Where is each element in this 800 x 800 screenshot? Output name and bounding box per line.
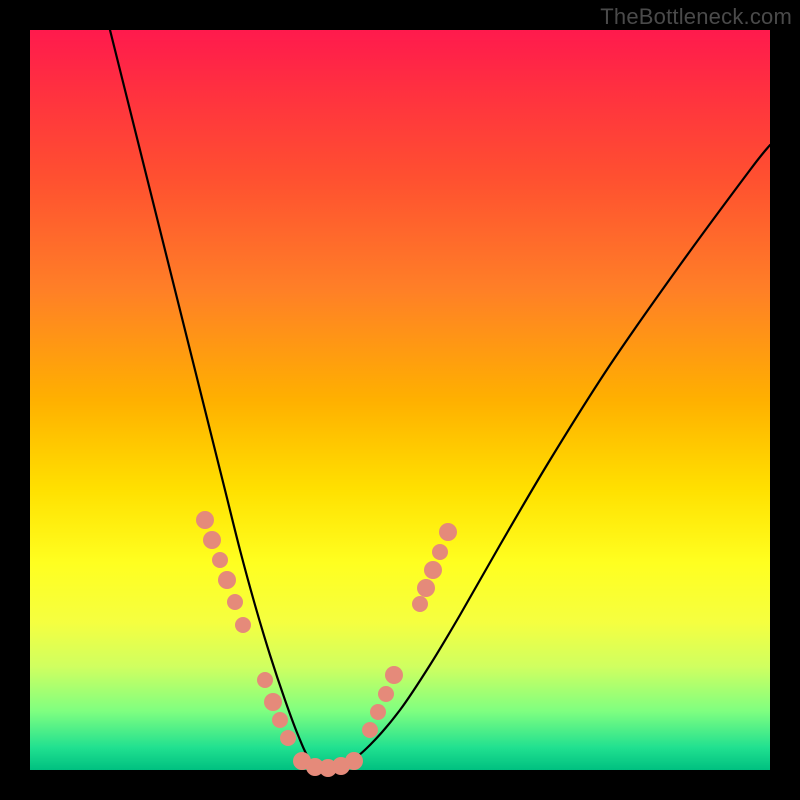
curve-marker xyxy=(196,511,214,529)
chart-svg xyxy=(30,30,770,770)
curve-marker xyxy=(227,594,243,610)
bottleneck-curve xyxy=(110,30,770,768)
curve-marker xyxy=(264,693,282,711)
curve-marker xyxy=(257,672,273,688)
curve-marker xyxy=(218,571,236,589)
curve-marker xyxy=(280,730,296,746)
curve-marker xyxy=(417,579,435,597)
curve-marker xyxy=(235,617,251,633)
watermark-text: TheBottleneck.com xyxy=(600,4,792,30)
curve-markers xyxy=(196,511,457,777)
curve-marker xyxy=(378,686,394,702)
curve-marker xyxy=(439,523,457,541)
curve-marker xyxy=(385,666,403,684)
curve-marker xyxy=(362,722,378,738)
curve-marker xyxy=(412,596,428,612)
curve-marker xyxy=(432,544,448,560)
curve-marker xyxy=(212,552,228,568)
curve-marker xyxy=(424,561,442,579)
chart-frame: TheBottleneck.com xyxy=(0,0,800,800)
curve-marker xyxy=(345,752,363,770)
curve-marker xyxy=(370,704,386,720)
curve-marker xyxy=(272,712,288,728)
curve-marker xyxy=(203,531,221,549)
